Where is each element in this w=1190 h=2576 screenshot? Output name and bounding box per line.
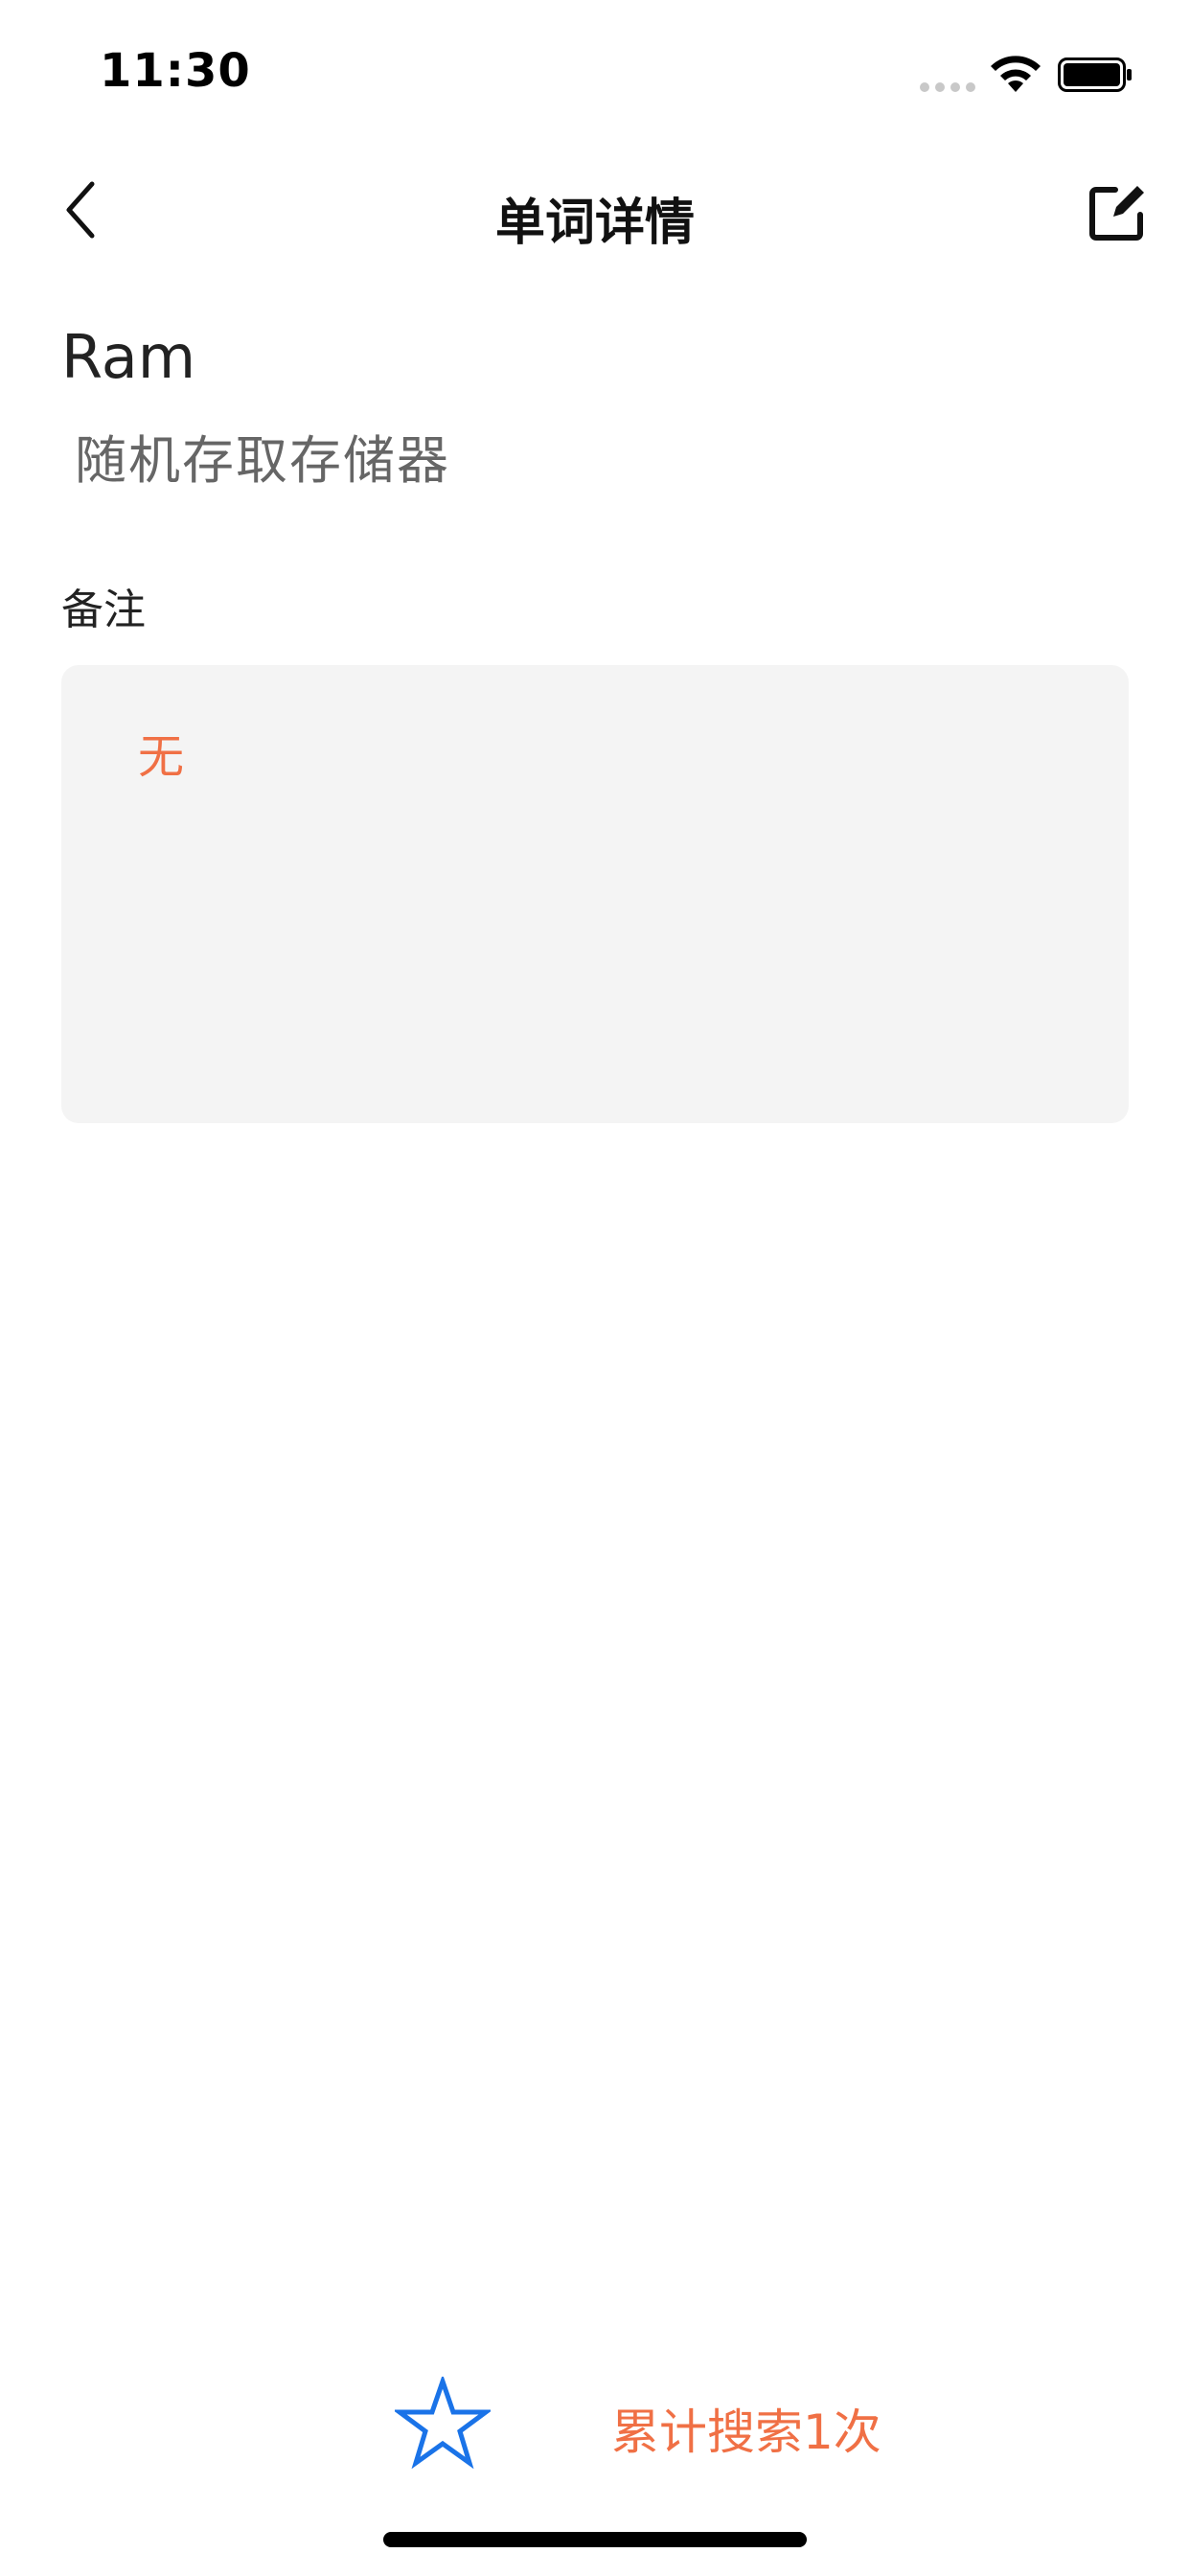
note-box: 无 (61, 665, 1129, 1123)
battery-icon (1058, 58, 1132, 92)
word-term: Ram (61, 322, 196, 392)
navigation-bar: 单词详情 (0, 163, 1190, 259)
star-outline-icon (395, 2377, 491, 2469)
favorite-button[interactable] (395, 2377, 491, 2469)
edit-icon (1089, 186, 1144, 241)
word-meaning: 随机存取存储器 (75, 430, 450, 491)
status-time: 11:30 (100, 44, 251, 98)
note-content: 无 (138, 730, 185, 784)
page-title: 单词详情 (494, 195, 695, 252)
home-indicator[interactable] (383, 2532, 807, 2547)
search-count: 累计搜索1次 (611, 2404, 881, 2460)
wifi-icon (991, 56, 1041, 92)
note-label: 备注 (61, 586, 146, 634)
status-bar: 11:30 (0, 0, 1190, 134)
cellular-signal-icon (920, 82, 977, 92)
edit-button[interactable] (1085, 178, 1152, 245)
word-detail-screen: 11:30 单词详情 Ram 随机存取存储器 备注 无 累计搜索1次 (0, 0, 1190, 2576)
